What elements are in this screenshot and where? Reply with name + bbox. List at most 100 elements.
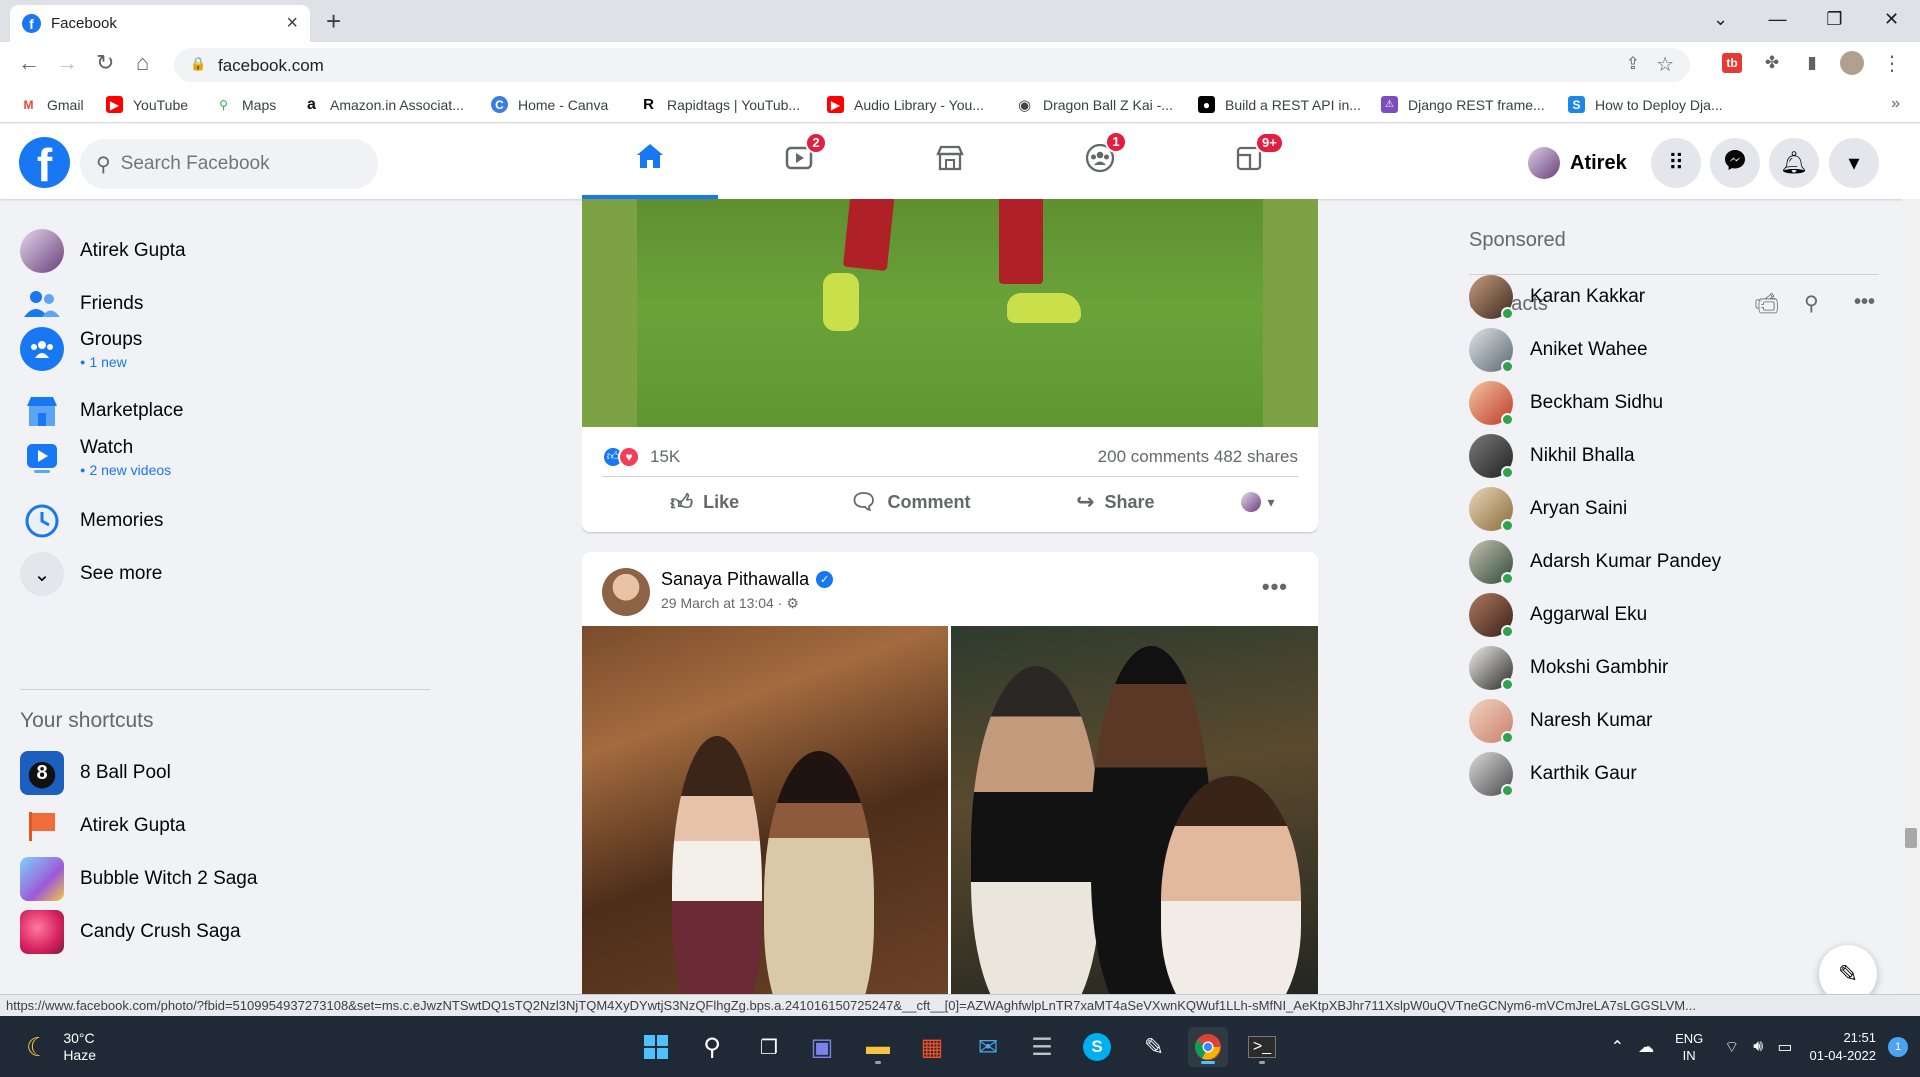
account-menu-button[interactable]: ▾: [1829, 138, 1879, 188]
back-icon[interactable]: ←: [18, 50, 40, 76]
clock[interactable]: 21:51 01-04-2022: [1810, 1029, 1877, 1065]
contact-item[interactable]: Mokshi Gambhir: [1469, 646, 1668, 691]
contact-item[interactable]: Aryan Saini: [1469, 487, 1627, 532]
notification-center-badge[interactable]: 1: [1888, 1036, 1908, 1057]
bookmark-amazon[interactable]: a Amazon.in Associat...: [303, 96, 464, 113]
bookmark-youtube[interactable]: ▶ YouTube: [106, 96, 188, 113]
contact-item[interactable]: Naresh Kumar: [1469, 699, 1653, 744]
bookmark-star-icon[interactable]: ☆: [1656, 52, 1674, 77]
chevron-down-icon[interactable]: ⌄: [1692, 0, 1749, 38]
avatar[interactable]: [602, 568, 650, 616]
minimize-button[interactable]: —: [1749, 0, 1806, 38]
task-view-button[interactable]: ❐: [749, 1027, 789, 1067]
sidebar-item-friends[interactable]: Friends: [20, 282, 143, 326]
search-contacts-icon[interactable]: ⚲: [1804, 291, 1819, 316]
post-photo[interactable]: [582, 626, 948, 994]
search-taskbar-button[interactable]: ⚲: [692, 1027, 732, 1067]
post-timestamp[interactable]: 29 March at 13:04 · ⚙: [661, 595, 799, 612]
comments-shares-count[interactable]: 200 comments 482 shares: [1098, 447, 1298, 467]
start-button[interactable]: [636, 1027, 676, 1067]
weather-widget[interactable]: ☾ 30°C Haze: [26, 1030, 96, 1064]
side-panel-icon[interactable]: ▮: [1800, 51, 1824, 75]
lock-icon[interactable]: 🔒: [190, 56, 206, 72]
nav-home[interactable]: [582, 124, 718, 199]
contact-item[interactable]: Beckham Sidhu: [1469, 381, 1663, 426]
like-button[interactable]: 👍︎ Like: [602, 489, 807, 516]
terminal-button[interactable]: >_: [1242, 1027, 1282, 1067]
comment-button[interactable]: 🗨︎ Comment: [807, 489, 1012, 515]
close-window-button[interactable]: ✕: [1863, 0, 1920, 38]
restore-button[interactable]: ❐: [1806, 0, 1863, 38]
profile-shortcut[interactable]: Atirek: [1528, 143, 1627, 183]
scrollbar-thumb[interactable]: [1905, 828, 1917, 848]
contact-item[interactable]: Karthik Gaur: [1469, 752, 1637, 797]
close-tab-icon[interactable]: ×: [286, 12, 298, 35]
menu-grid-button[interactable]: ⠿: [1651, 138, 1701, 188]
contact-item[interactable]: Nikhil Bhalla: [1469, 434, 1635, 479]
notepad-button[interactable]: ✎: [1134, 1027, 1174, 1067]
bookmark-deploy-django[interactable]: S How to Deploy Dja...: [1568, 96, 1723, 113]
sidebar-item-memories[interactable]: Memories: [20, 499, 163, 543]
file-explorer-button[interactable]: ▬: [858, 1027, 898, 1067]
bookmarks-overflow-icon[interactable]: »: [1891, 95, 1900, 113]
bookmark-dragon-ball[interactable]: ◉ Dragon Ball Z Kai -...: [1016, 96, 1173, 114]
reaction-count[interactable]: 15K: [650, 447, 1098, 467]
more-options-icon[interactable]: •••: [1262, 574, 1288, 600]
nav-marketplace[interactable]: [882, 124, 1018, 199]
skype-button[interactable]: S: [1077, 1027, 1117, 1067]
chrome-button[interactable]: [1188, 1027, 1228, 1067]
messenger-button[interactable]: [1710, 138, 1760, 188]
database-app-button[interactable]: ☰: [1022, 1027, 1062, 1067]
contacts-options-icon[interactable]: •••: [1854, 291, 1875, 314]
react-as-selector[interactable]: ▾: [1218, 492, 1298, 512]
new-tab-button[interactable]: +: [326, 6, 341, 37]
contact-item[interactable]: Aniket Wahee: [1469, 328, 1648, 373]
bookmark-canva[interactable]: C Home - Canva: [491, 96, 608, 113]
new-room-video-icon[interactable]: 📹︎: [1754, 291, 1779, 316]
post-photo[interactable]: [951, 626, 1318, 994]
sidebar-item-groups[interactable]: Groups 1 new: [20, 327, 142, 371]
url-text[interactable]: facebook.com: [218, 56, 324, 76]
omnibox[interactable]: 🔒 facebook.com ⇪ ☆: [174, 48, 1690, 82]
reload-icon[interactable]: ↻: [96, 50, 114, 76]
home-browser-icon[interactable]: ⌂: [136, 50, 149, 76]
bookmark-rest-api[interactable]: ● Build a REST API in...: [1198, 96, 1361, 113]
cloud-status-icon[interactable]: ☁: [1638, 1037, 1654, 1057]
bookmark-gmail[interactable]: M Gmail: [20, 96, 84, 113]
post-author[interactable]: Sanaya Pithawalla ✓: [661, 569, 834, 590]
browser-profile-avatar[interactable]: [1840, 51, 1864, 75]
share-icon[interactable]: ⇪: [1626, 54, 1640, 74]
battery-icon[interactable]: ▭: [1777, 1037, 1792, 1057]
share-button[interactable]: ↪ Share: [1013, 489, 1218, 515]
contact-item[interactable]: Karan Kakkar: [1469, 275, 1645, 320]
notifications-button[interactable]: 🔔︎: [1769, 138, 1819, 188]
bookmark-audio-library[interactable]: ▶ Audio Library - You...: [827, 96, 984, 113]
browser-tab[interactable]: f Facebook ×: [10, 5, 310, 42]
post-photo[interactable]: [582, 199, 1318, 427]
see-more-button[interactable]: ⌄ See more: [20, 552, 162, 596]
nav-groups[interactable]: 1: [1032, 124, 1168, 199]
bookmark-maps[interactable]: ⚲ Maps: [215, 96, 276, 113]
page-scrollbar[interactable]: [1902, 199, 1920, 994]
browser-menu-icon[interactable]: ⋮: [1880, 51, 1904, 75]
language-indicator[interactable]: ENG IN: [1675, 1030, 1703, 1064]
shortcut-candy-crush[interactable]: Candy Crush Saga: [20, 910, 241, 954]
author-name[interactable]: Sanaya Pithawalla: [661, 569, 809, 590]
volume-icon[interactable]: 🔊︎: [1753, 1038, 1763, 1056]
tubebuddy-extension-icon[interactable]: tb: [1722, 53, 1742, 73]
shortcut-8-ball-pool[interactable]: 8 8 Ball Pool: [20, 751, 171, 795]
sidebar-item-profile[interactable]: Atirek Gupta: [20, 229, 186, 273]
nav-gaming[interactable]: 9+: [1182, 124, 1318, 199]
bookmark-rapidtags[interactable]: R Rapidtags | YouTub...: [640, 96, 800, 113]
contact-item[interactable]: Adarsh Kumar Pandey: [1469, 540, 1721, 585]
forward-icon[interactable]: →: [56, 50, 78, 76]
wifi-icon[interactable]: ⌔: [1724, 1037, 1739, 1057]
teams-chat-button[interactable]: ▣: [802, 1027, 842, 1067]
search-input[interactable]: [120, 153, 341, 175]
contact-item[interactable]: Aggarwal Eku: [1469, 593, 1647, 638]
search-box[interactable]: ⚲: [80, 139, 378, 189]
sidebar-item-watch[interactable]: Watch 2 new videos: [20, 435, 171, 479]
bookmark-django-rest[interactable]: ⚠ Django REST frame...: [1381, 96, 1545, 113]
facebook-logo-icon[interactable]: f: [19, 137, 70, 188]
microsoft-store-button[interactable]: ▦: [912, 1027, 952, 1067]
